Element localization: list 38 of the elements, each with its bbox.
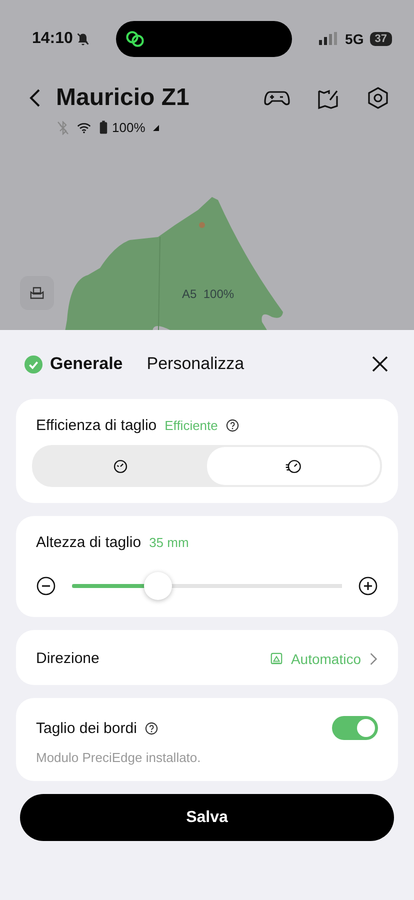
tab[interactable]: Personalizza [146, 354, 244, 374]
battery-level: 37 [370, 32, 392, 46]
setting-value: 35 mm [149, 535, 189, 550]
setting-label: Altezza di taglio [36, 534, 142, 551]
setting-value: Efficiente [164, 418, 218, 433]
tray-icon [30, 286, 44, 300]
setting-note: Modulo PreciEdge installato. [36, 750, 202, 765]
chevron-right-icon[interactable] [369, 652, 378, 666]
setting-label: Efficienza di taglio [36, 417, 157, 434]
device-title: Mauricio Z1 [56, 84, 190, 112]
gauge-icon [112, 458, 129, 474]
slider-thumb[interactable] [144, 572, 172, 600]
battery-icon [99, 120, 108, 135]
status-time: 14:10 [32, 30, 73, 48]
check-circle-icon [24, 354, 43, 374]
setting-label: Taglio dei bordi [36, 720, 137, 736]
close-icon[interactable] [370, 354, 390, 374]
network-label: 5G [345, 31, 364, 47]
bluetooth-off-icon [57, 120, 69, 134]
map-icon [270, 652, 283, 665]
expand-icon[interactable] [153, 124, 160, 130]
signal-icon [319, 32, 340, 46]
minus-icon[interactable] [36, 576, 56, 596]
save-button[interactable]: Salva [20, 794, 394, 841]
battery-percent: 100% [112, 120, 146, 135]
setting-label: Direzione [36, 650, 100, 667]
settings-icon[interactable] [366, 86, 390, 110]
plus-icon[interactable] [358, 576, 378, 596]
muted-bell-icon [76, 32, 90, 46]
help-icon[interactable] [226, 419, 239, 432]
map-button[interactable] [20, 276, 54, 310]
fast-gauge-icon [285, 458, 302, 474]
zone-label: A5 100% [182, 287, 234, 301]
rings-icon [124, 28, 146, 50]
edge-toggle[interactable] [332, 716, 378, 740]
help-icon[interactable] [144, 722, 158, 734]
wifi-icon [77, 122, 91, 134]
tab[interactable]: Generale [24, 354, 123, 374]
